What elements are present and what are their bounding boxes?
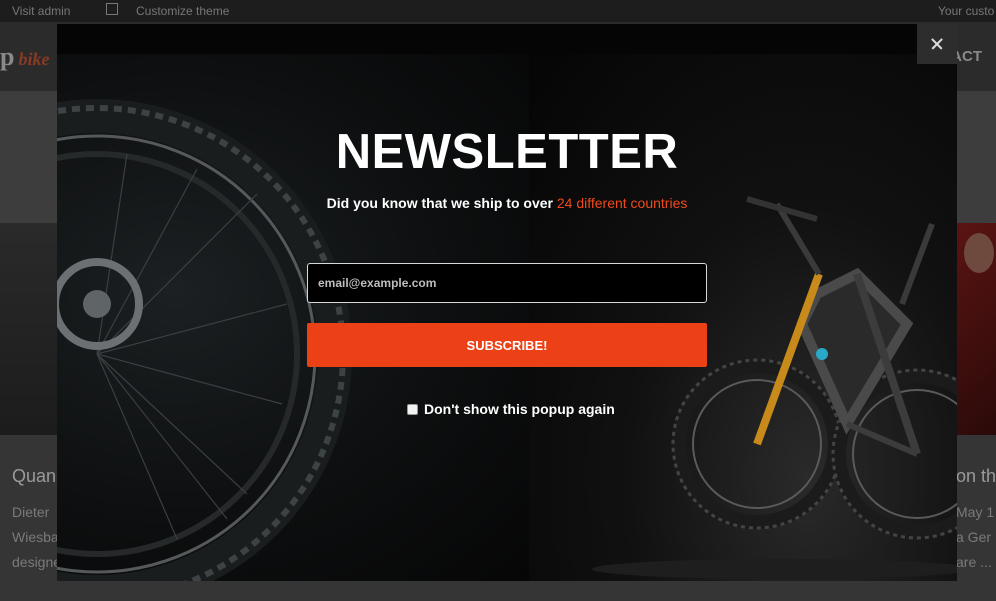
subscribe-button[interactable]: SUBSCRIBE! [307, 323, 707, 367]
person-photo [964, 233, 994, 273]
excerpt-line: are ... [956, 554, 992, 570]
close-popup-button[interactable] [917, 24, 957, 64]
admin-visit-link[interactable]: Visit admin [12, 4, 70, 18]
subtitle-highlight: 24 different countries [556, 195, 688, 211]
logo-text: p [0, 42, 15, 71]
dont-show-label: Don't show this popup again [424, 401, 615, 417]
dont-show-option[interactable]: Don't show this popup again [407, 401, 615, 418]
card-image-left [0, 223, 60, 435]
excerpt-line: May 1 [956, 504, 995, 520]
excerpt-line: a Ger [956, 529, 992, 545]
site-logo[interactable]: p bike [0, 42, 49, 72]
email-input[interactable] [307, 263, 707, 303]
subtitle-text: Did you know that we ship to over [326, 195, 557, 211]
excerpt-line: designe [12, 554, 62, 570]
dont-show-checkbox[interactable] [407, 404, 418, 415]
newsletter-title: NEWSLETTER [335, 125, 679, 179]
card-title-left[interactable]: Quan [12, 466, 56, 487]
newsletter-subtitle: Did you know that we ship to over 24 dif… [57, 194, 957, 212]
admin-account-link[interactable]: Your custo [938, 4, 994, 18]
excerpt-line: Wiesba [12, 529, 59, 545]
excerpt-line: Dieter [12, 504, 50, 520]
mountain-bike-image [592, 196, 957, 579]
card-excerpt-right: May 1 a Ger are ... [956, 500, 994, 575]
admin-bar: Visit admin Customize theme Your custo [0, 0, 996, 22]
admin-customize-link[interactable]: Customize theme [136, 4, 229, 18]
card-image-right [956, 223, 996, 435]
card-title-right[interactable]: on th [956, 466, 996, 487]
card-excerpt-left: Dieter Wiesba designe [12, 500, 61, 575]
logo-sub: bike [18, 49, 50, 69]
customize-icon [106, 3, 118, 15]
